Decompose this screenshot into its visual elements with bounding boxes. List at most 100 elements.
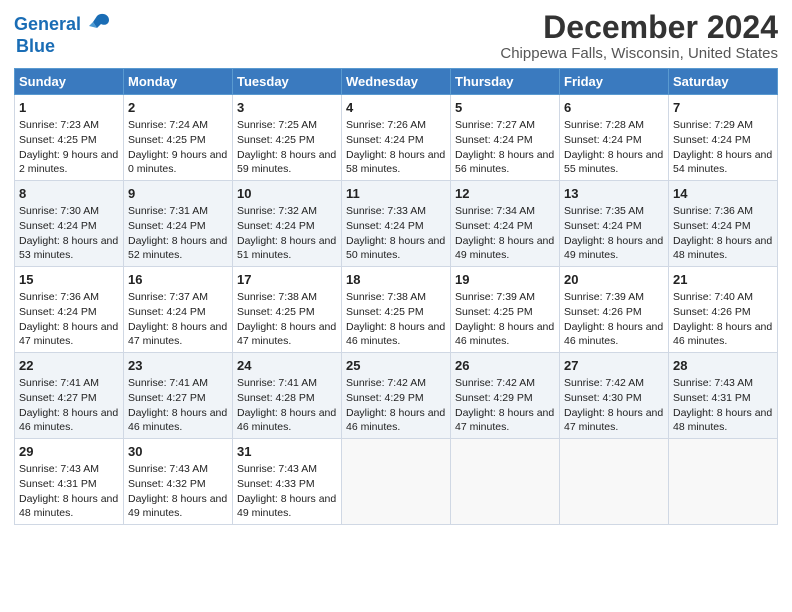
day-header-saturday: Saturday: [669, 69, 778, 95]
day-number: 7: [673, 99, 773, 117]
sunset: Sunset: 4:24 PM: [128, 306, 206, 318]
sunrise: Sunrise: 7:43 AM: [237, 463, 317, 475]
sunset: Sunset: 4:24 PM: [455, 134, 533, 146]
calendar-cell: 26 Sunrise: 7:42 AM Sunset: 4:29 PM Dayligh…: [451, 353, 560, 439]
sunrise: Sunrise: 7:25 AM: [237, 119, 317, 131]
sunrise: Sunrise: 7:42 AM: [455, 377, 535, 389]
logo-blue: Blue: [16, 36, 111, 57]
day-number: 13: [564, 185, 664, 203]
title-block: December 2024 Chippewa Falls, Wisconsin,…: [500, 10, 778, 62]
sunrise: Sunrise: 7:38 AM: [346, 291, 426, 303]
calendar-cell: 29Sunrise: 7:43 AMSunset: 4:31 PMDayligh…: [15, 438, 124, 524]
sunset: Sunset: 4:25 PM: [237, 306, 315, 318]
calendar-cell: 9Sunrise: 7:31 AMSunset: 4:24 PMDaylight…: [124, 181, 233, 267]
daylight: Daylight: 8 hours and 52 minutes.: [128, 235, 227, 262]
calendar-cell: 11Sunrise: 7:33 AMSunset: 4:24 PMDayligh…: [342, 181, 451, 267]
logo-text: General: [14, 15, 81, 35]
day-header-wednesday: Wednesday: [342, 69, 451, 95]
sunset: Sunset: 4:24 PM: [455, 220, 533, 232]
daylight: Daylight: 8 hours and 47 minutes.: [455, 407, 554, 434]
sunrise: Sunrise: 7:26 AM: [346, 119, 426, 131]
sunset: Sunset: 4:24 PM: [564, 134, 642, 146]
day-number: 2: [128, 99, 228, 117]
daylight: Daylight: 8 hours and 49 minutes.: [564, 235, 663, 262]
day-number: 17: [237, 271, 337, 289]
calendar-cell: 6Sunrise: 7:28 AMSunset: 4:24 PMDaylight…: [560, 95, 669, 181]
daylight: Daylight: 8 hours and 56 minutes.: [455, 149, 554, 176]
daylight: Daylight: 8 hours and 59 minutes.: [237, 149, 336, 176]
calendar-cell: 15Sunrise: 7:36 AMSunset: 4:24 PMDayligh…: [15, 267, 124, 353]
calendar-cell: 8Sunrise: 7:30 AMSunset: 4:24 PMDaylight…: [15, 181, 124, 267]
sunrise: Sunrise: 7:35 AM: [564, 205, 644, 217]
sunrise: Sunrise: 7:28 AM: [564, 119, 644, 131]
sunrise: Sunrise: 7:37 AM: [128, 291, 208, 303]
day-header-friday: Friday: [560, 69, 669, 95]
calendar-week-1: 1 Sunrise: 7:23 AM Sunset: 4:25 PM Daylight…: [15, 95, 778, 181]
calendar-body: 1 Sunrise: 7:23 AM Sunset: 4:25 PM Daylight…: [15, 95, 778, 525]
day-number: 1: [19, 99, 119, 117]
day-number: 18: [346, 271, 446, 289]
sunset: Sunset: 4:24 PM: [346, 220, 424, 232]
sunset: Sunset: 4:28 PM: [237, 392, 315, 404]
day-number: 10: [237, 185, 337, 203]
day-number: 22: [19, 357, 119, 375]
page-container: General Blue December 2024 Chippewa Fall…: [0, 0, 792, 533]
day-number: 27: [564, 357, 664, 375]
daylight: Daylight: 9 hours and 2 minutes.: [19, 149, 118, 176]
daylight: Daylight: 8 hours and 48 minutes.: [673, 407, 772, 434]
sunrise: Sunrise: 7:34 AM: [455, 205, 535, 217]
day-number: 4: [346, 99, 446, 117]
sunset: Sunset: 4:27 PM: [19, 392, 97, 404]
day-number: 12: [455, 185, 555, 203]
calendar-cell: [342, 438, 451, 524]
daylight: Daylight: 8 hours and 47 minutes.: [564, 407, 663, 434]
calendar-cell: 21Sunrise: 7:40 AMSunset: 4:26 PMDayligh…: [669, 267, 778, 353]
calendar-cell: 14Sunrise: 7:36 AMSunset: 4:24 PMDayligh…: [669, 181, 778, 267]
sunset: Sunset: 4:29 PM: [346, 392, 424, 404]
calendar-cell: 25Sunrise: 7:42 AMSunset: 4:29 PMDayligh…: [342, 353, 451, 439]
day-number: 23: [128, 357, 228, 375]
day-number: 26: [455, 357, 555, 375]
sunset: Sunset: 4:32 PM: [128, 478, 206, 490]
day-number: 5: [455, 99, 555, 117]
daylight: Daylight: 8 hours and 46 minutes.: [673, 321, 772, 348]
calendar-cell: 18Sunrise: 7:38 AMSunset: 4:25 PMDayligh…: [342, 267, 451, 353]
calendar-cell: 7Sunrise: 7:29 AMSunset: 4:24 PMDaylight…: [669, 95, 778, 181]
sunrise: Sunrise: 7:41 AM: [237, 377, 317, 389]
sunset: Sunset: 4:29 PM: [455, 392, 533, 404]
sunrise: Sunrise: 7:39 AM: [455, 291, 535, 303]
sunset: Sunset: 4:24 PM: [673, 220, 751, 232]
calendar-cell: 10Sunrise: 7:32 AMSunset: 4:24 PMDayligh…: [233, 181, 342, 267]
calendar-cell: [560, 438, 669, 524]
calendar-cell: [451, 438, 560, 524]
sunrise: Sunrise: 7:42 AM: [564, 377, 644, 389]
sunset: Sunset: 4:24 PM: [564, 220, 642, 232]
calendar-cell: 1 Sunrise: 7:23 AM Sunset: 4:25 PM Daylight…: [15, 95, 124, 181]
daylight: Daylight: 8 hours and 51 minutes.: [237, 235, 336, 262]
day-header-tuesday: Tuesday: [233, 69, 342, 95]
calendar-cell: [669, 438, 778, 524]
day-number: 16: [128, 271, 228, 289]
calendar-cell: 31Sunrise: 7:43 AMSunset: 4:33 PMDayligh…: [233, 438, 342, 524]
sunset: Sunset: 4:25 PM: [19, 134, 97, 146]
calendar-cell: 5Sunrise: 7:27 AMSunset: 4:24 PMDaylight…: [451, 95, 560, 181]
day-number: 19: [455, 271, 555, 289]
sunrise: Sunrise: 7:36 AM: [19, 291, 99, 303]
day-header-monday: Monday: [124, 69, 233, 95]
daylight: Daylight: 8 hours and 46 minutes.: [455, 321, 554, 348]
sunset: Sunset: 4:24 PM: [128, 220, 206, 232]
calendar-cell: 30Sunrise: 7:43 AMSunset: 4:32 PMDayligh…: [124, 438, 233, 524]
day-number: 29: [19, 443, 119, 461]
daylight: Daylight: 8 hours and 49 minutes.: [128, 493, 227, 520]
sunrise: Sunrise: 7:23 AM: [19, 119, 99, 131]
day-number: 28: [673, 357, 773, 375]
calendar-cell: 17Sunrise: 7:38 AMSunset: 4:25 PMDayligh…: [233, 267, 342, 353]
logo-bird-icon: [83, 12, 111, 36]
daylight: Daylight: 8 hours and 46 minutes.: [237, 407, 336, 434]
sunrise: Sunrise: 7:43 AM: [128, 463, 208, 475]
sunrise: Sunrise: 7:29 AM: [673, 119, 753, 131]
sunset: Sunset: 4:24 PM: [346, 134, 424, 146]
calendar-cell: 19Sunrise: 7:39 AMSunset: 4:25 PMDayligh…: [451, 267, 560, 353]
day-header-thursday: Thursday: [451, 69, 560, 95]
sunset: Sunset: 4:25 PM: [237, 134, 315, 146]
